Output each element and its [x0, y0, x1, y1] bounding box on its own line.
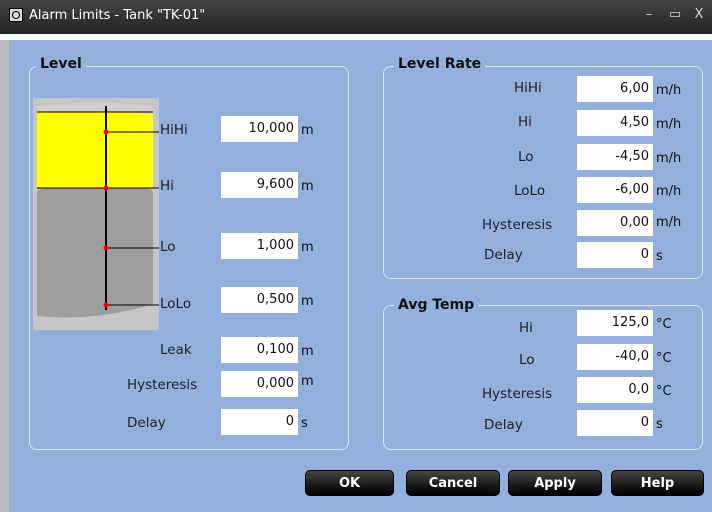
rate-delay-label: Delay [484, 247, 523, 263]
temp-delay-input[interactable]: 0 [577, 410, 653, 436]
hi-marker [103, 185, 109, 191]
rate-hi-unit: m/h [656, 117, 682, 132]
level-hi-label: Hi [160, 178, 174, 194]
hihi-marker [103, 129, 109, 135]
level-hysteresis-unit: m [301, 374, 314, 389]
dialog-body: Level HiHi Hi Lo LoLo Leak Hysteresis De… [9, 40, 712, 512]
level-lo-input[interactable]: 1,000 [221, 233, 298, 259]
level-lo-label: Lo [160, 239, 176, 255]
temp-hysteresis-label: Hysteresis [482, 386, 553, 402]
level-lolo-input[interactable]: 0,500 [221, 287, 298, 313]
apply-button[interactable]: Apply [508, 470, 602, 496]
temp-hysteresis-input[interactable]: 0,0 [577, 377, 653, 403]
level-rate-group-title: Level Rate [394, 56, 486, 72]
temp-lo-unit: °C [656, 351, 672, 366]
level-delay-input[interactable]: 0 [221, 409, 298, 435]
level-delay-label: Delay [127, 415, 166, 431]
rate-lolo-unit: m/h [656, 184, 682, 199]
avg-temp-group-title: Avg Temp [394, 297, 479, 313]
level-leak-unit: m [301, 344, 314, 359]
level-lo-unit: m [301, 240, 314, 255]
temp-hi-input[interactable]: 125,0 [577, 310, 653, 336]
rate-hysteresis-unit: m/h [656, 215, 682, 230]
cancel-button[interactable]: Cancel [406, 470, 500, 496]
temp-hysteresis-unit: °C [656, 384, 672, 399]
avg-temp-group [383, 305, 703, 450]
rate-hihi-input[interactable]: 6,00 [577, 76, 653, 102]
title-bar[interactable]: Alarm Limits - Tank "TK-01" – ▭ X [0, 0, 712, 34]
tank-diagram [33, 98, 159, 330]
tank-graphic [33, 98, 159, 330]
level-hi-unit: m [301, 179, 314, 194]
tank-body [37, 186, 153, 318]
rate-lolo-label: LoLo [514, 183, 546, 199]
temp-hi-unit: °C [656, 317, 672, 332]
alarm-limits-dialog: Alarm Limits - Tank "TK-01" – ▭ X Level [0, 0, 712, 512]
rate-lolo-input[interactable]: -6,00 [577, 177, 653, 203]
level-hi-input[interactable]: 9,600 [221, 172, 298, 198]
rate-lo-unit: m/h [656, 151, 682, 166]
rate-lo-input[interactable]: -4,50 [577, 144, 653, 170]
tank-liquid [37, 112, 153, 188]
window-border [0, 40, 9, 512]
temp-delay-label: Delay [484, 417, 523, 433]
rate-delay-input[interactable]: 0 [577, 242, 653, 268]
minimize-icon[interactable]: – [640, 6, 658, 24]
maximize-icon[interactable]: ▭ [666, 6, 684, 24]
level-hihi-label: HiHi [160, 122, 188, 138]
temp-lo-label: Lo [519, 352, 535, 368]
level-hysteresis-input[interactable]: 0,000 [221, 371, 298, 397]
level-hysteresis-label: Hysteresis [127, 377, 198, 393]
rate-hihi-unit: m/h [656, 83, 682, 98]
window-title: Alarm Limits - Tank "TK-01" [29, 8, 206, 23]
lo-marker [103, 245, 109, 251]
level-rate-group [383, 66, 703, 279]
level-lolo-unit: m [301, 294, 314, 309]
rate-hysteresis-label: Hysteresis [482, 217, 553, 233]
level-hihi-input[interactable]: 10,000 [221, 116, 298, 142]
level-leak-input[interactable]: 0,100 [221, 337, 298, 363]
rate-delay-unit: s [656, 249, 663, 264]
rate-hihi-label: HiHi [514, 80, 542, 96]
rate-lo-label: Lo [518, 149, 534, 165]
rate-hi-label: Hi [518, 114, 532, 130]
app-icon [9, 8, 23, 22]
rate-hi-input[interactable]: 4,50 [577, 110, 653, 136]
level-group-title: Level [36, 56, 86, 72]
lolo-marker [103, 302, 109, 308]
level-leak-label: Leak [160, 342, 192, 358]
help-button[interactable]: Help [611, 470, 704, 496]
level-hihi-unit: m [301, 123, 314, 138]
ok-button[interactable]: OK [305, 470, 394, 496]
temp-lo-input[interactable]: -40,0 [577, 344, 653, 370]
level-lolo-label: LoLo [160, 296, 192, 312]
temp-hi-label: Hi [519, 320, 533, 336]
temp-delay-unit: s [656, 417, 663, 432]
close-icon[interactable]: X [690, 6, 708, 24]
rate-hysteresis-input[interactable]: 0,00 [577, 210, 653, 236]
level-delay-unit: s [301, 416, 308, 431]
